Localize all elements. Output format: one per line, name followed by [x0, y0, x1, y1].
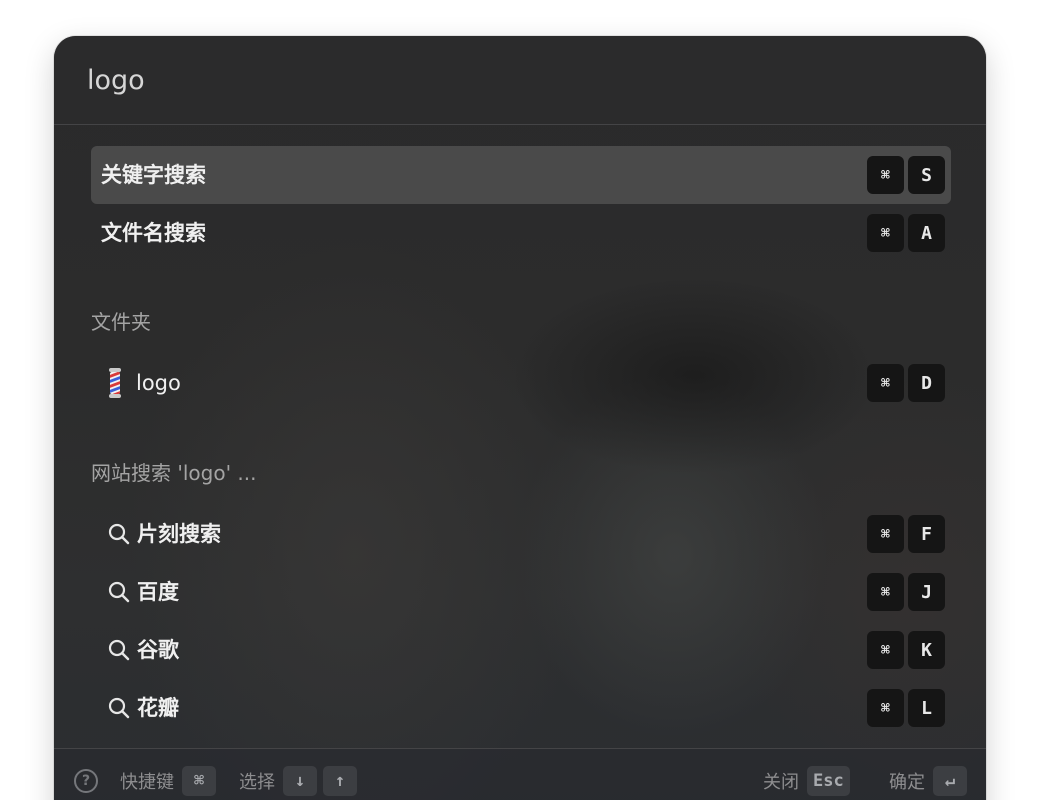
folder-item-logo[interactable]: logo ⌘ D: [91, 354, 951, 412]
web-search-item[interactable]: 片刻搜索 ⌘ F: [91, 505, 951, 563]
web-search-item[interactable]: 谷歌 ⌘ K: [91, 621, 951, 679]
footer-close-hint[interactable]: 关闭 Esc: [763, 749, 850, 800]
letter-key: J: [908, 573, 945, 611]
letter-key: A: [908, 214, 945, 252]
footer-select-hint: 选择 ↓ ↑: [239, 749, 357, 800]
shortcut-keys: ⌘ A: [867, 214, 945, 252]
footer-confirm-hint[interactable]: 确定 ↵: [889, 749, 967, 800]
arrow-up-key: ↑: [323, 766, 357, 796]
action-label: 关键字搜索: [101, 163, 206, 187]
command-key: ⌘: [182, 766, 216, 796]
return-key: ↵: [933, 766, 967, 796]
close-label: 关闭: [763, 772, 799, 793]
web-search-label: 片刻搜索: [137, 522, 221, 546]
letter-key: S: [908, 156, 945, 194]
letter-key: D: [908, 364, 945, 402]
search-icon: [108, 523, 130, 545]
web-search-section-title: 网站搜索 'logo' ...: [91, 461, 257, 485]
letter-key: F: [908, 515, 945, 553]
search-bar: [54, 36, 986, 125]
search-input[interactable]: [87, 60, 947, 100]
search-icon: [108, 639, 130, 661]
web-search-label: 百度: [137, 580, 179, 604]
command-key: ⌘: [867, 214, 904, 252]
footer-bar: ? 快捷键 ⌘ 选择 ↓ ↑ 关闭 Esc 确定 ↵: [54, 748, 986, 800]
folder-label: logo: [136, 371, 181, 395]
shortcut-keys: ⌘ K: [867, 631, 945, 669]
esc-key: Esc: [807, 766, 850, 796]
action-keyword-search[interactable]: 关键字搜索 ⌘ S: [91, 146, 951, 204]
footer-shortcut-hint: 快捷键 ⌘: [120, 749, 216, 800]
web-search-item[interactable]: 百度 ⌘ J: [91, 563, 951, 621]
letter-key: K: [908, 631, 945, 669]
help-icon: ?: [74, 769, 98, 793]
search-icon: [108, 697, 130, 719]
shortcut-keys: ⌘ F: [867, 515, 945, 553]
arrow-down-key: ↓: [283, 766, 317, 796]
folder-section-title: 文件夹: [91, 310, 151, 334]
launcher-panel: 关键字搜索 ⌘ S 文件名搜索 ⌘ A 文件夹: [54, 36, 986, 800]
command-key: ⌘: [867, 156, 904, 194]
shortcut-keys: ⌘ J: [867, 573, 945, 611]
command-key: ⌘: [867, 573, 904, 611]
barber-pole-icon: [109, 368, 121, 398]
action-label: 文件名搜索: [101, 221, 206, 245]
letter-key: L: [908, 689, 945, 727]
confirm-label: 确定: [889, 772, 925, 793]
command-key: ⌘: [867, 364, 904, 402]
command-key: ⌘: [867, 631, 904, 669]
search-icon: [108, 581, 130, 603]
web-search-label: 花瓣: [137, 696, 179, 720]
shortcut-keys: ⌘ S: [867, 156, 945, 194]
help-button[interactable]: ?: [74, 749, 98, 800]
command-key: ⌘: [867, 515, 904, 553]
shortcut-keys: ⌘ L: [867, 689, 945, 727]
shortcut-keys: ⌘ D: [867, 364, 945, 402]
web-search-label: 谷歌: [137, 638, 179, 662]
action-filename-search[interactable]: 文件名搜索 ⌘ A: [91, 204, 951, 262]
command-key: ⌘: [867, 689, 904, 727]
select-label: 选择: [239, 772, 275, 793]
web-search-item[interactable]: 花瓣 ⌘ L: [91, 679, 951, 737]
shortcut-label: 快捷键: [120, 772, 174, 793]
